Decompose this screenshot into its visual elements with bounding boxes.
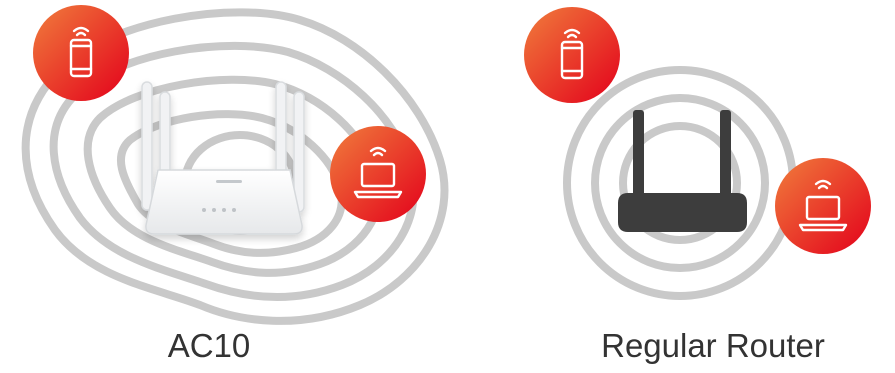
- regular-laptop-badge: [775, 158, 871, 254]
- ac10-laptop-badge: [330, 126, 426, 222]
- ac10-smartphone-badge: [33, 5, 129, 101]
- regular-smartphone-badge: [524, 7, 620, 103]
- regular-router-coverage-waves: [563, 66, 797, 300]
- regular-wave-outer: [563, 66, 797, 300]
- ac10-router: [141, 81, 305, 235]
- regular-router-caption: Regular Router: [601, 327, 825, 364]
- ac10-caption: AC10: [167, 327, 251, 364]
- router-comparison-illustration: [0, 0, 895, 368]
